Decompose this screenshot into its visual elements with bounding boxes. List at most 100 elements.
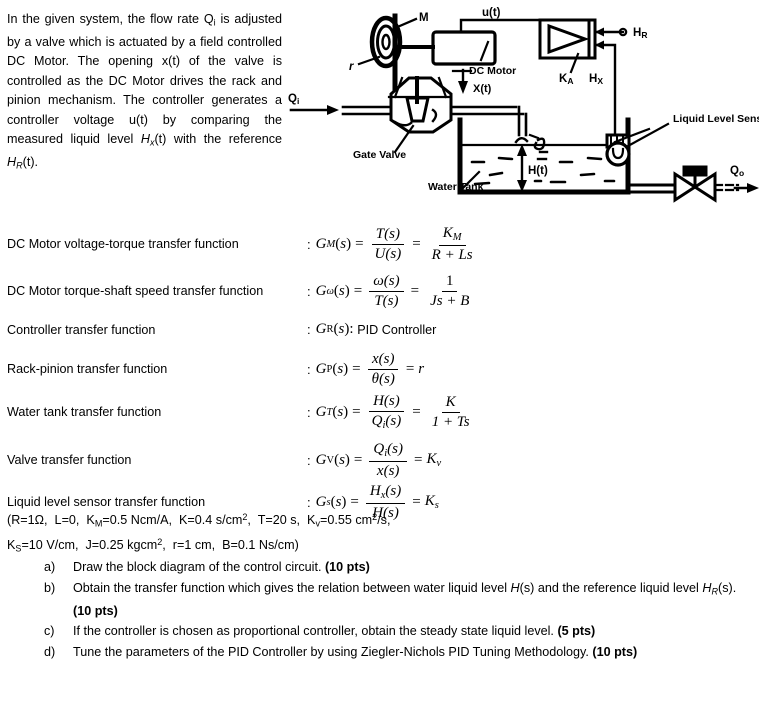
tf-symbol-sub: V <box>326 454 335 466</box>
question-body: If the controller is chosen as proportio… <box>73 622 750 642</box>
transfer-function-row: DC Motor voltage-torque transfer functio… <box>7 225 752 264</box>
question-marker: b) <box>44 580 56 595</box>
tf-numerator: Qi(s) <box>369 441 407 462</box>
tf-symbol: G <box>315 360 327 377</box>
diagram-label-liquid-level-sensor: Liquid Level Sensor <box>673 113 759 125</box>
tf-symbol-sub: ω <box>326 285 334 297</box>
tf-equation: : GV (s) = Qi(s) x(s) = Kv <box>307 441 442 480</box>
tf-colon: : <box>307 236 311 252</box>
question-item-d: d) Tune the parameters of the PID Contro… <box>44 643 750 663</box>
tf-colon: : <box>307 283 311 299</box>
problem-statement-paragraph: In the given system, the flow rate Qi is… <box>7 10 282 176</box>
diagram-label-water-tank: Water Tank <box>428 181 484 193</box>
tf-numerator: T(s) <box>371 226 404 245</box>
tf-rhs-simple: Kv <box>426 451 442 470</box>
question-item-b: b) Obtain the transfer function which gi… <box>44 579 750 622</box>
tf-fraction-rhs: K 1 + Ts <box>428 394 474 431</box>
tf-symbol: G <box>315 282 327 299</box>
tf-fraction-lhs: H(s) Qi(s) <box>368 393 406 432</box>
system-schematic-diagram: M r u(t) DC Motor KA HR HX Qi X(t) Gate … <box>283 2 759 207</box>
diagram-label-HR: HR <box>633 27 647 40</box>
diagram-label-M: M <box>419 12 429 24</box>
diagram-label-u-t: u(t) <box>482 7 501 19</box>
diagram-label-H-t: H(t) <box>528 165 548 177</box>
tf-denominator: x(s) <box>376 462 400 479</box>
tf-fraction-rhs: 1 Js + B <box>426 273 473 310</box>
tf-equation: : GM (s) = T(s) U(s) = KM R + Ls <box>307 225 752 264</box>
question-points: (10 pts) <box>73 603 118 618</box>
diagram-label-gate-valve: Gate Valve <box>353 149 406 161</box>
tf-equation: : GR (s): PID Controller <box>307 321 437 337</box>
tf-fraction-lhs: ω(s) T(s) <box>369 273 404 310</box>
question-text-post: (s). <box>718 580 737 595</box>
tf-symbol-sub: R <box>326 324 334 335</box>
diagram-label-Qo: Qo <box>730 165 744 178</box>
tf-numerator: H(s) <box>369 393 404 412</box>
tf-label: Valve transfer function <box>7 453 132 468</box>
diagram-label-HX: HX <box>589 73 603 86</box>
tf-symbol: G <box>315 235 327 252</box>
diagram-label-X-t: X(t) <box>473 83 492 95</box>
transfer-function-row: DC Motor torque-shaft speed transfer fun… <box>7 273 752 310</box>
question-text-pre: Obtain the transfer function which gives… <box>73 580 511 595</box>
question-item-c: c) If the controller is chosen as propor… <box>44 622 750 642</box>
diagram-label-KA: KA <box>559 73 573 86</box>
question-body: Obtain the transfer function which gives… <box>73 579 750 622</box>
question-points: (10 pts) <box>592 644 638 659</box>
question-text-mid: (s) and the reference liquid level <box>519 580 703 595</box>
tf-numerator: x(s) <box>367 351 399 370</box>
tf-label: Rack-pinion transfer function <box>7 362 168 377</box>
diagram-label-r: r <box>349 61 354 73</box>
tf-symbol-sub: M <box>326 238 336 250</box>
tf-label: Controller transfer function <box>7 322 156 337</box>
tf-colon: : <box>307 322 311 337</box>
transfer-function-row: Water tank transfer function : GT (s) = … <box>7 393 752 432</box>
tf-symbol: G <box>315 403 327 420</box>
question-marker: a) <box>44 560 56 574</box>
question-body: Tune the parameters of the PID Controlle… <box>73 643 750 663</box>
tf-rhs-denominator: R + Ls <box>431 246 473 263</box>
question-marker: c) <box>44 624 55 639</box>
tf-numerator: Hx(s) <box>365 483 406 504</box>
tf-rhs-numerator: KM <box>438 225 466 246</box>
tf-equation: : Gω (s) = ω(s) T(s) = 1 Js + B <box>307 273 752 310</box>
tf-denominator: T(s) <box>374 292 399 309</box>
question-text: Tune the parameters of the PID Controlle… <box>73 644 593 659</box>
question-marker: d) <box>44 644 56 659</box>
tf-denominator: Qi(s) <box>371 412 402 431</box>
question-points: (10 pts) <box>324 560 370 574</box>
tf-label: Water tank transfer function <box>7 405 162 420</box>
tf-label: DC Motor torque-shaft speed transfer fun… <box>7 284 264 299</box>
questions-list: a) Draw the block diagram of the control… <box>44 558 750 663</box>
intro-text-run: In the given system, the flow rate Qi is… <box>7 12 282 171</box>
tf-colon: : <box>307 361 311 377</box>
tf-denominator: θ(s) <box>371 370 395 387</box>
tf-numerator: ω(s) <box>369 273 404 292</box>
tf-rhs-simple: r <box>418 360 425 377</box>
transfer-function-row: Controller transfer function : GR (s): P… <box>7 321 752 338</box>
question-body: Draw the block diagram of the control ci… <box>73 558 750 578</box>
tf-rhs-numerator: K <box>441 394 460 413</box>
question-item-a: a) Draw the block diagram of the control… <box>44 558 750 578</box>
tf-denominator: U(s) <box>374 245 402 262</box>
parameter-line-2: KS=10 V/cm, J=0.25 kgcm2, r=1 cm, B=0.1 … <box>7 537 299 554</box>
transfer-function-row: Rack-pinion transfer function : GP (s) =… <box>7 351 752 388</box>
tf-fraction-lhs: x(s) θ(s) <box>367 351 399 388</box>
tf-rhs-numerator: 1 <box>441 273 458 292</box>
parameter-values-block: (R=1Ω, L=0, KM=0.5 Ncm/A, K=0.4 s/cm2, T… <box>7 508 747 559</box>
tf-colon: : <box>307 404 311 420</box>
transfer-function-row: Valve transfer function : GV (s) = Qi(s)… <box>7 441 752 480</box>
diagram-label-Qi: Qi <box>288 93 299 106</box>
question-text: Draw the block diagram of the control ci… <box>73 560 325 574</box>
tf-rhs-denominator: Js + B <box>430 292 470 309</box>
tf-fraction-rhs: KM R + Ls <box>428 225 477 264</box>
question-points: (5 pts) <box>557 624 596 639</box>
parameter-line-1: (R=1Ω, L=0, KM=0.5 Ncm/A, K=0.4 s/cm2, T… <box>7 512 391 529</box>
tf-fraction-lhs: Qi(s) x(s) <box>369 441 407 480</box>
tf-fraction-lhs: T(s) U(s) <box>371 226 406 263</box>
tf-colon: : <box>307 452 311 468</box>
question-var-h: H <box>510 580 520 595</box>
tf-equation: : GT (s) = H(s) Qi(s) = K 1 + Ts <box>307 393 752 432</box>
tf-label: DC Motor voltage-torque transfer functio… <box>7 237 239 252</box>
tf-rhs-denominator: 1 + Ts <box>431 413 470 430</box>
